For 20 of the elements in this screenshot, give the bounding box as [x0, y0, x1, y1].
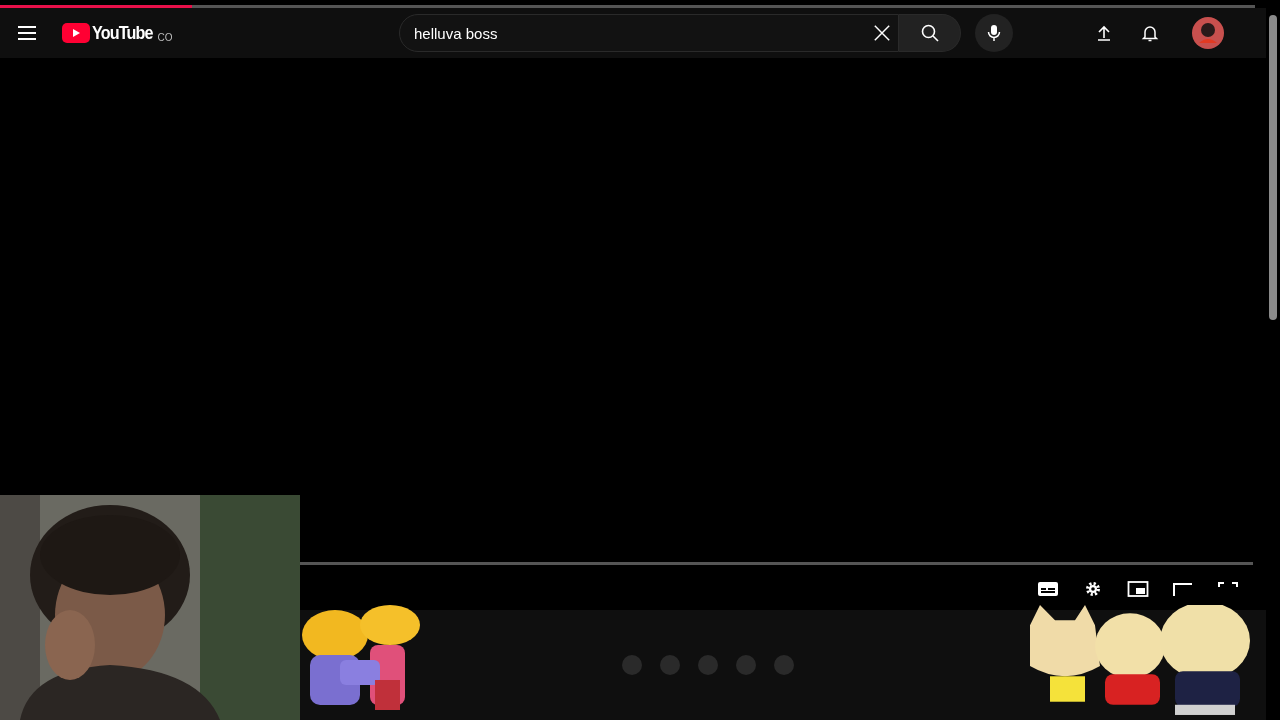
country-code: CO — [157, 32, 173, 43]
logo-text[interactable]: YouTube — [92, 22, 153, 44]
microphone-button[interactable] — [975, 14, 1013, 52]
search-icon — [919, 23, 940, 43]
loading-dot — [660, 655, 680, 675]
theater-icon[interactable] — [1172, 580, 1194, 598]
avatar-icon[interactable] — [1192, 17, 1224, 49]
loading-dot — [774, 655, 794, 675]
search-field[interactable]: helluva boss — [399, 14, 899, 52]
loading-dot — [736, 655, 756, 675]
play-logo-icon — [62, 23, 90, 43]
search-button[interactable] — [899, 14, 961, 52]
subtitles-icon[interactable] — [1037, 580, 1059, 598]
miniplayer-icon[interactable] — [1127, 580, 1149, 598]
loading-dot — [698, 655, 718, 675]
close-icon[interactable] — [873, 24, 891, 42]
bell-icon[interactable] — [1140, 23, 1160, 43]
loading-dot — [622, 655, 642, 675]
menu-icon[interactable] — [18, 26, 36, 40]
scrollbar-thumb[interactable] — [1269, 15, 1277, 320]
